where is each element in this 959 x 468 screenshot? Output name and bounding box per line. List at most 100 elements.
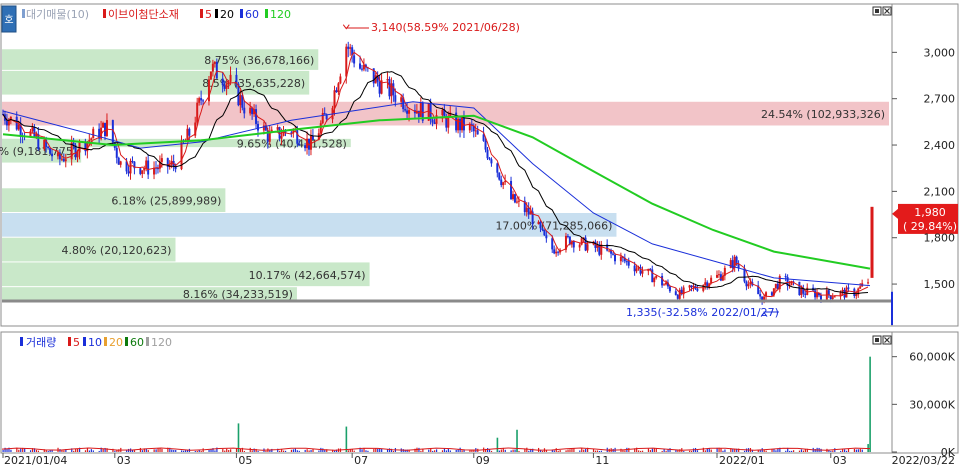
vol-legend-ma5: 5: [73, 336, 80, 349]
candle-body: [663, 284, 666, 286]
volume-bar: [853, 448, 856, 452]
candle-body: [537, 221, 540, 225]
candle-body: [349, 47, 352, 49]
volume-bar: [181, 450, 183, 452]
volume-bar: [265, 450, 267, 452]
volume-bar: [304, 449, 306, 452]
candle-body: [131, 160, 134, 162]
side-toggle-button[interactable]: 호: [1, 5, 17, 33]
volume-bar: [290, 449, 293, 452]
volume-bar: [298, 450, 300, 452]
volume-bar: [334, 450, 336, 452]
volume-bar: [239, 448, 242, 452]
volume-bar: [226, 448, 228, 452]
volume-bar: [557, 450, 559, 452]
candle-body: [321, 113, 324, 124]
candle-body: [692, 286, 695, 288]
volume-bar: [855, 449, 857, 452]
price-legend: 대기매물(10) 이브이첨단소재 5 20 60 120: [22, 8, 291, 21]
volume-bar: [793, 450, 795, 452]
x-tick-label: 07: [354, 454, 368, 467]
candle-body: [476, 130, 479, 135]
supply-band-label: 17.00% (71,285,066): [495, 219, 612, 232]
volume-bar: [765, 450, 767, 452]
supply-band-label: 4.80% (20,120,623): [61, 244, 171, 257]
volume-bar: [665, 450, 667, 452]
volume-bar: [147, 450, 149, 452]
volume-bar: [155, 449, 157, 452]
volume-bar: [214, 450, 216, 452]
candle-body: [704, 282, 707, 286]
candle-body: [268, 132, 271, 142]
volume-panel-maximize-icon[interactable]: [872, 335, 882, 345]
volume-bar: [418, 447, 420, 452]
volume-bar: [596, 450, 599, 452]
candle-body: [614, 254, 616, 262]
candle-body: [545, 235, 548, 239]
candle-body: [139, 168, 142, 174]
volume-bar: [600, 450, 602, 452]
candle-body: [517, 200, 520, 202]
volume-panel-close-icon[interactable]: [882, 335, 892, 345]
candle-body: [92, 128, 95, 139]
candle-body: [841, 289, 844, 292]
volume-bar: [857, 449, 859, 452]
candle-body: [510, 180, 513, 200]
volume-bar: [743, 450, 746, 452]
candle-body: [225, 83, 228, 89]
volume-bar: [296, 450, 298, 452]
candle-body: [76, 152, 79, 158]
x-tick-label: 2021/01/04: [4, 454, 67, 467]
price-panel-close-icon[interactable]: [882, 6, 892, 16]
candle-body: [7, 120, 10, 126]
volume-bar: [283, 450, 285, 452]
candle-body: [490, 159, 493, 164]
volume-bar: [653, 448, 655, 452]
candle-body: [60, 158, 63, 160]
volume-bar: [518, 450, 520, 452]
candle-body: [745, 281, 748, 287]
volume-bar: [573, 448, 575, 452]
vol-legend-ma120: 120: [151, 336, 172, 349]
volume-bar: [294, 448, 296, 452]
vol-legend-ma20: 20: [109, 336, 123, 349]
candle-body: [408, 110, 411, 114]
volume-spike: [237, 423, 240, 452]
volume-bar: [126, 450, 128, 452]
stock-name: 이브이첨단소재: [108, 8, 179, 21]
candle-body: [29, 131, 32, 137]
volume-bar: [669, 448, 671, 452]
volume-bar: [353, 450, 355, 452]
volume-bar: [318, 450, 320, 452]
candle-body: [388, 79, 391, 97]
legend-ma120: 120: [270, 8, 291, 21]
candle-body: [674, 291, 677, 295]
candle-body: [386, 79, 389, 81]
volume-bar: [487, 448, 489, 452]
candle-body: [353, 55, 356, 64]
x-tick-label: 03: [833, 454, 847, 467]
volume-bar: [35, 449, 38, 452]
candle-body: [729, 260, 732, 268]
volume-bar: [292, 449, 295, 452]
x-tick-label: 2022/01: [719, 454, 765, 467]
volume-spike: [496, 437, 499, 452]
candle-body: [257, 123, 259, 131]
price-panel-maximize-icon[interactable]: [872, 6, 882, 16]
candle-body: [831, 297, 834, 300]
price-tick: 1,500: [924, 278, 956, 291]
volume-bar: [512, 449, 514, 452]
candle-body: [88, 139, 91, 142]
candle-body: [117, 157, 120, 165]
volume-bar: [61, 450, 63, 452]
candle-body: [770, 292, 773, 296]
volume-bar: [461, 450, 463, 452]
candle-body: [665, 282, 667, 285]
volume-bar: [702, 447, 704, 452]
volume-bar: [471, 450, 473, 452]
volume-bar: [196, 450, 198, 452]
candle-body: [37, 134, 40, 150]
candle-body: [339, 76, 342, 84]
supply-legend-tag: 대기매물(10): [26, 8, 89, 21]
volume-bar: [432, 450, 434, 452]
